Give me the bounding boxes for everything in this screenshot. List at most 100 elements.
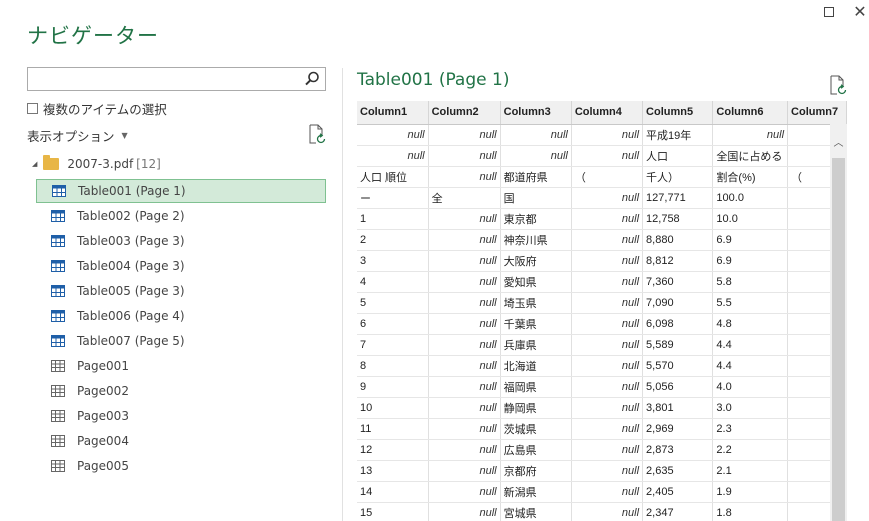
search-icon[interactable]: [303, 70, 321, 88]
column-header[interactable]: Column7: [787, 101, 847, 125]
table-row: 3 null 大阪府 null 8,812 6.9: [357, 250, 847, 272]
table-cell: 127,771: [642, 187, 714, 209]
table-cell: 15: [357, 502, 429, 521]
maximize-button[interactable]: [819, 2, 839, 22]
tree-root-count: [12]: [136, 157, 161, 171]
table-cell: 7,360: [642, 271, 714, 293]
tree-item[interactable]: Table006 (Page 4): [36, 304, 326, 328]
table-cell: null: [428, 124, 501, 146]
expand-triangle-icon[interactable]: ◢: [32, 160, 37, 168]
table-icon: [51, 335, 65, 347]
table-cell: ー: [357, 187, 429, 209]
table-cell: 愛知県: [500, 271, 572, 293]
table-cell: null: [571, 250, 644, 272]
table-cell: 静岡県: [500, 397, 572, 419]
column-header[interactable]: Column4: [571, 101, 644, 125]
page-icon: [51, 360, 65, 372]
table-cell: null: [428, 229, 501, 251]
search-input[interactable]: [28, 68, 298, 90]
tree-item-label: Table006 (Page 4): [77, 309, 185, 323]
table-cell: null: [571, 313, 644, 335]
table-row: 7 null 兵庫県 null 5,589 4.4: [357, 334, 847, 356]
column-header[interactable]: Column6: [712, 101, 789, 125]
table-cell: 千人）: [642, 166, 714, 188]
dialog-title: ナビゲーター: [27, 24, 159, 48]
table-cell: null: [571, 187, 644, 209]
tree-item[interactable]: Table004 (Page 3): [36, 254, 326, 278]
table-icon: [51, 210, 65, 222]
table-cell: 2,635: [642, 460, 714, 482]
tree-item[interactable]: Table007 (Page 5): [36, 329, 326, 353]
table-cell: 平成19年: [642, 124, 714, 146]
table-cell: 5.5: [712, 292, 789, 314]
tree-item-label: Page001: [77, 359, 129, 373]
page-icon: [51, 385, 65, 397]
caret-down-icon: ▼: [121, 131, 128, 140]
scrollbar-thumb[interactable]: [832, 158, 845, 521]
column-header[interactable]: Column5: [642, 101, 714, 125]
table-cell: 8: [357, 355, 429, 377]
table-row: 2 null 神奈川県 null 8,880 6.9: [357, 229, 847, 251]
table-cell: null: [571, 397, 644, 419]
table-row: 12 null 広島県 null 2,873 2.2: [357, 439, 847, 461]
column-header[interactable]: Column1: [357, 101, 429, 125]
table-cell: null: [571, 229, 644, 251]
table-cell: 4.4: [712, 334, 789, 356]
table-cell: 10: [357, 397, 429, 419]
column-header[interactable]: Column3: [500, 101, 572, 125]
column-header[interactable]: Column2: [428, 101, 501, 125]
tree-root-file[interactable]: ◢ 2007-3.pdf [12]: [32, 155, 161, 171]
tree-item[interactable]: Page004: [36, 429, 326, 453]
view-options-dropdown[interactable]: 表示オプション ▼: [27, 126, 128, 145]
tree-item[interactable]: Page001: [36, 354, 326, 378]
tree-item[interactable]: Table005 (Page 3): [36, 279, 326, 303]
pane-divider: [342, 68, 343, 521]
tree-item[interactable]: Table003 (Page 3): [36, 229, 326, 253]
table-cell: null: [571, 124, 644, 146]
table-cell: null: [571, 271, 644, 293]
refresh-icon[interactable]: [308, 124, 326, 144]
table-icon: [51, 260, 65, 272]
vertical-scrollbar[interactable]: ︿: [830, 124, 847, 521]
table-row: 14 null 新潟県 null 2,405 1.9: [357, 481, 847, 503]
table-cell: null: [571, 334, 644, 356]
tree-item[interactable]: Page003: [36, 404, 326, 428]
table-cell: 5.8: [712, 271, 789, 293]
table-cell: 宮城県: [500, 502, 572, 521]
multi-select-option[interactable]: 複数のアイテムの選択: [27, 99, 167, 118]
table-row: 11 null 茨城県 null 2,969 2.3: [357, 418, 847, 440]
view-options-label: 表示オプション: [27, 129, 115, 144]
table-cell: 14: [357, 481, 429, 503]
table-row: 5 null 埼玉県 null 7,090 5.5: [357, 292, 847, 314]
preview-table-container: Column1 Column2 Column3 Column4 Column5 Colum…: [357, 101, 847, 521]
table-cell: null: [571, 355, 644, 377]
table-cell: 神奈川県: [500, 229, 572, 251]
refresh-preview-icon[interactable]: [829, 75, 847, 95]
search-box[interactable]: [27, 67, 326, 91]
tree-item-label: Page003: [77, 409, 129, 423]
tree-item-label: Table007 (Page 5): [77, 334, 185, 348]
close-button[interactable]: ✕: [850, 2, 869, 22]
table-cell: null: [357, 124, 429, 146]
table-cell: 6: [357, 313, 429, 335]
table-cell: 7,090: [642, 292, 714, 314]
page-icon: [51, 460, 65, 472]
table-cell: 全: [428, 187, 501, 209]
table-cell: null: [428, 418, 501, 440]
table-cell: null: [428, 460, 501, 482]
table-cell: 3: [357, 250, 429, 272]
table-cell: 2,873: [642, 439, 714, 461]
tree-item[interactable]: Page005: [36, 454, 326, 478]
tree-item[interactable]: Table001 (Page 1): [36, 179, 326, 203]
tree-item[interactable]: Page002: [36, 379, 326, 403]
table-cell: 福岡県: [500, 376, 572, 398]
table-cell: 2,405: [642, 481, 714, 503]
table-icon: [51, 235, 65, 247]
tree-item[interactable]: Table002 (Page 2): [36, 204, 326, 228]
table-row: 8 null 北海道 null 5,570 4.4: [357, 355, 847, 377]
table-cell: 国: [500, 187, 572, 209]
table-row: null null null null 平成19年 null: [357, 124, 847, 146]
table-cell: null: [428, 271, 501, 293]
multi-select-checkbox[interactable]: [27, 103, 38, 114]
scroll-up-icon[interactable]: ︿: [830, 134, 847, 149]
